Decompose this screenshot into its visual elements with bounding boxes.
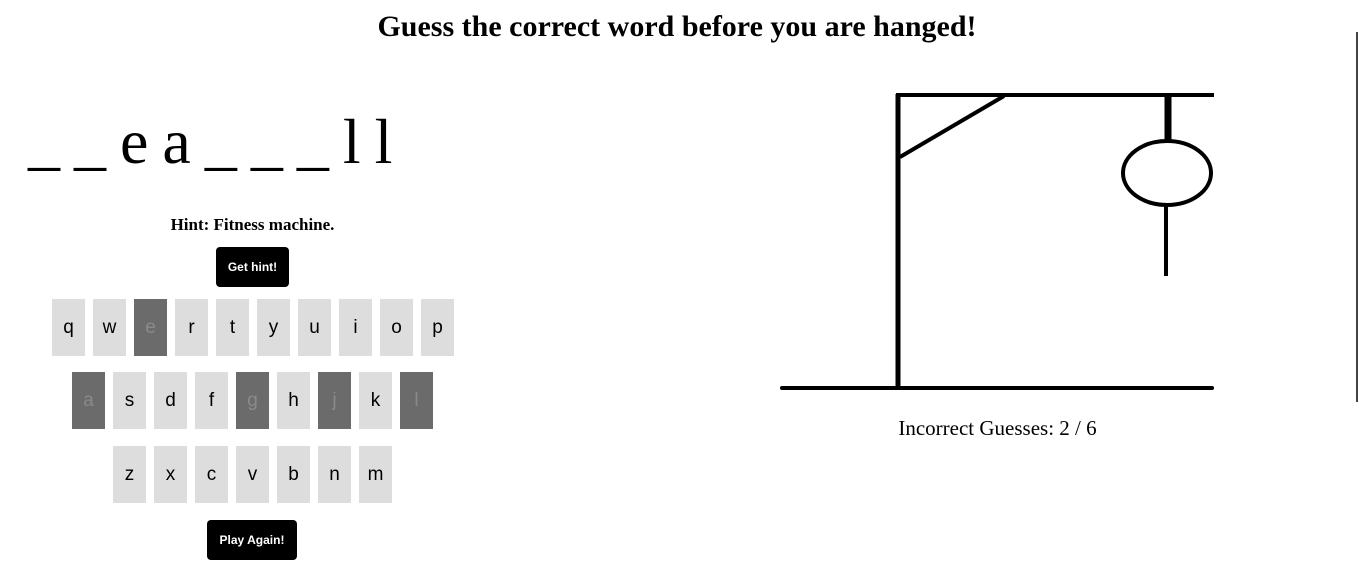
hint-text: Hint: Fitness machine.	[170, 215, 335, 234]
gallows-brace	[898, 94, 1006, 159]
get-hint-button[interactable]: Get hint!	[216, 247, 289, 287]
key-b[interactable]: b	[277, 446, 310, 503]
incorrect-guesses-counter: Incorrect Guesses: 2 / 6	[898, 416, 1097, 440]
word-letter: l	[342, 106, 361, 177]
word-blank: _	[296, 106, 329, 177]
key-x[interactable]: x	[154, 446, 187, 503]
key-e[interactable]: e	[134, 299, 167, 356]
scrollbar[interactable]	[1356, 32, 1358, 402]
key-r[interactable]: r	[175, 299, 208, 356]
hangman-head	[1121, 139, 1213, 207]
word-blank: _	[74, 106, 106, 177]
word-blank: _	[204, 106, 237, 177]
key-z[interactable]: z	[113, 446, 146, 503]
key-p[interactable]: p	[421, 299, 454, 356]
key-j[interactable]: j	[318, 372, 351, 429]
key-m[interactable]: m	[359, 446, 392, 503]
word-display: _ _ e a _ _ _ l l	[28, 104, 468, 180]
play-again-button[interactable]: Play Again!	[207, 520, 297, 560]
keyboard-row-1: qwertyuiop	[52, 299, 454, 356]
key-q[interactable]: q	[52, 299, 85, 356]
word-blank: _	[28, 106, 60, 177]
key-w[interactable]: w	[93, 299, 126, 356]
key-o[interactable]: o	[380, 299, 413, 356]
key-g[interactable]: g	[236, 372, 269, 429]
keyboard-row-3: zxcvbnm	[113, 446, 392, 503]
key-h[interactable]: h	[277, 372, 310, 429]
key-t[interactable]: t	[216, 299, 249, 356]
key-a[interactable]: a	[72, 372, 105, 429]
key-c[interactable]: c	[195, 446, 228, 503]
word-letter: a	[162, 106, 191, 177]
key-v[interactable]: v	[236, 446, 269, 503]
key-k[interactable]: k	[359, 372, 392, 429]
key-u[interactable]: u	[298, 299, 331, 356]
word-letter: e	[120, 106, 149, 177]
key-n[interactable]: n	[318, 446, 351, 503]
key-l[interactable]: l	[400, 372, 433, 429]
word-letter: l	[374, 106, 393, 177]
page-title: Guess the correct word before you are ha…	[377, 10, 977, 43]
key-d[interactable]: d	[154, 372, 187, 429]
keyboard-row-2: asdfghjkl	[72, 372, 433, 429]
word-blank: _	[250, 106, 283, 177]
key-s[interactable]: s	[113, 372, 146, 429]
key-y[interactable]: y	[257, 299, 290, 356]
hangman-drawing	[780, 93, 1214, 390]
key-i[interactable]: i	[339, 299, 372, 356]
key-f[interactable]: f	[195, 372, 228, 429]
